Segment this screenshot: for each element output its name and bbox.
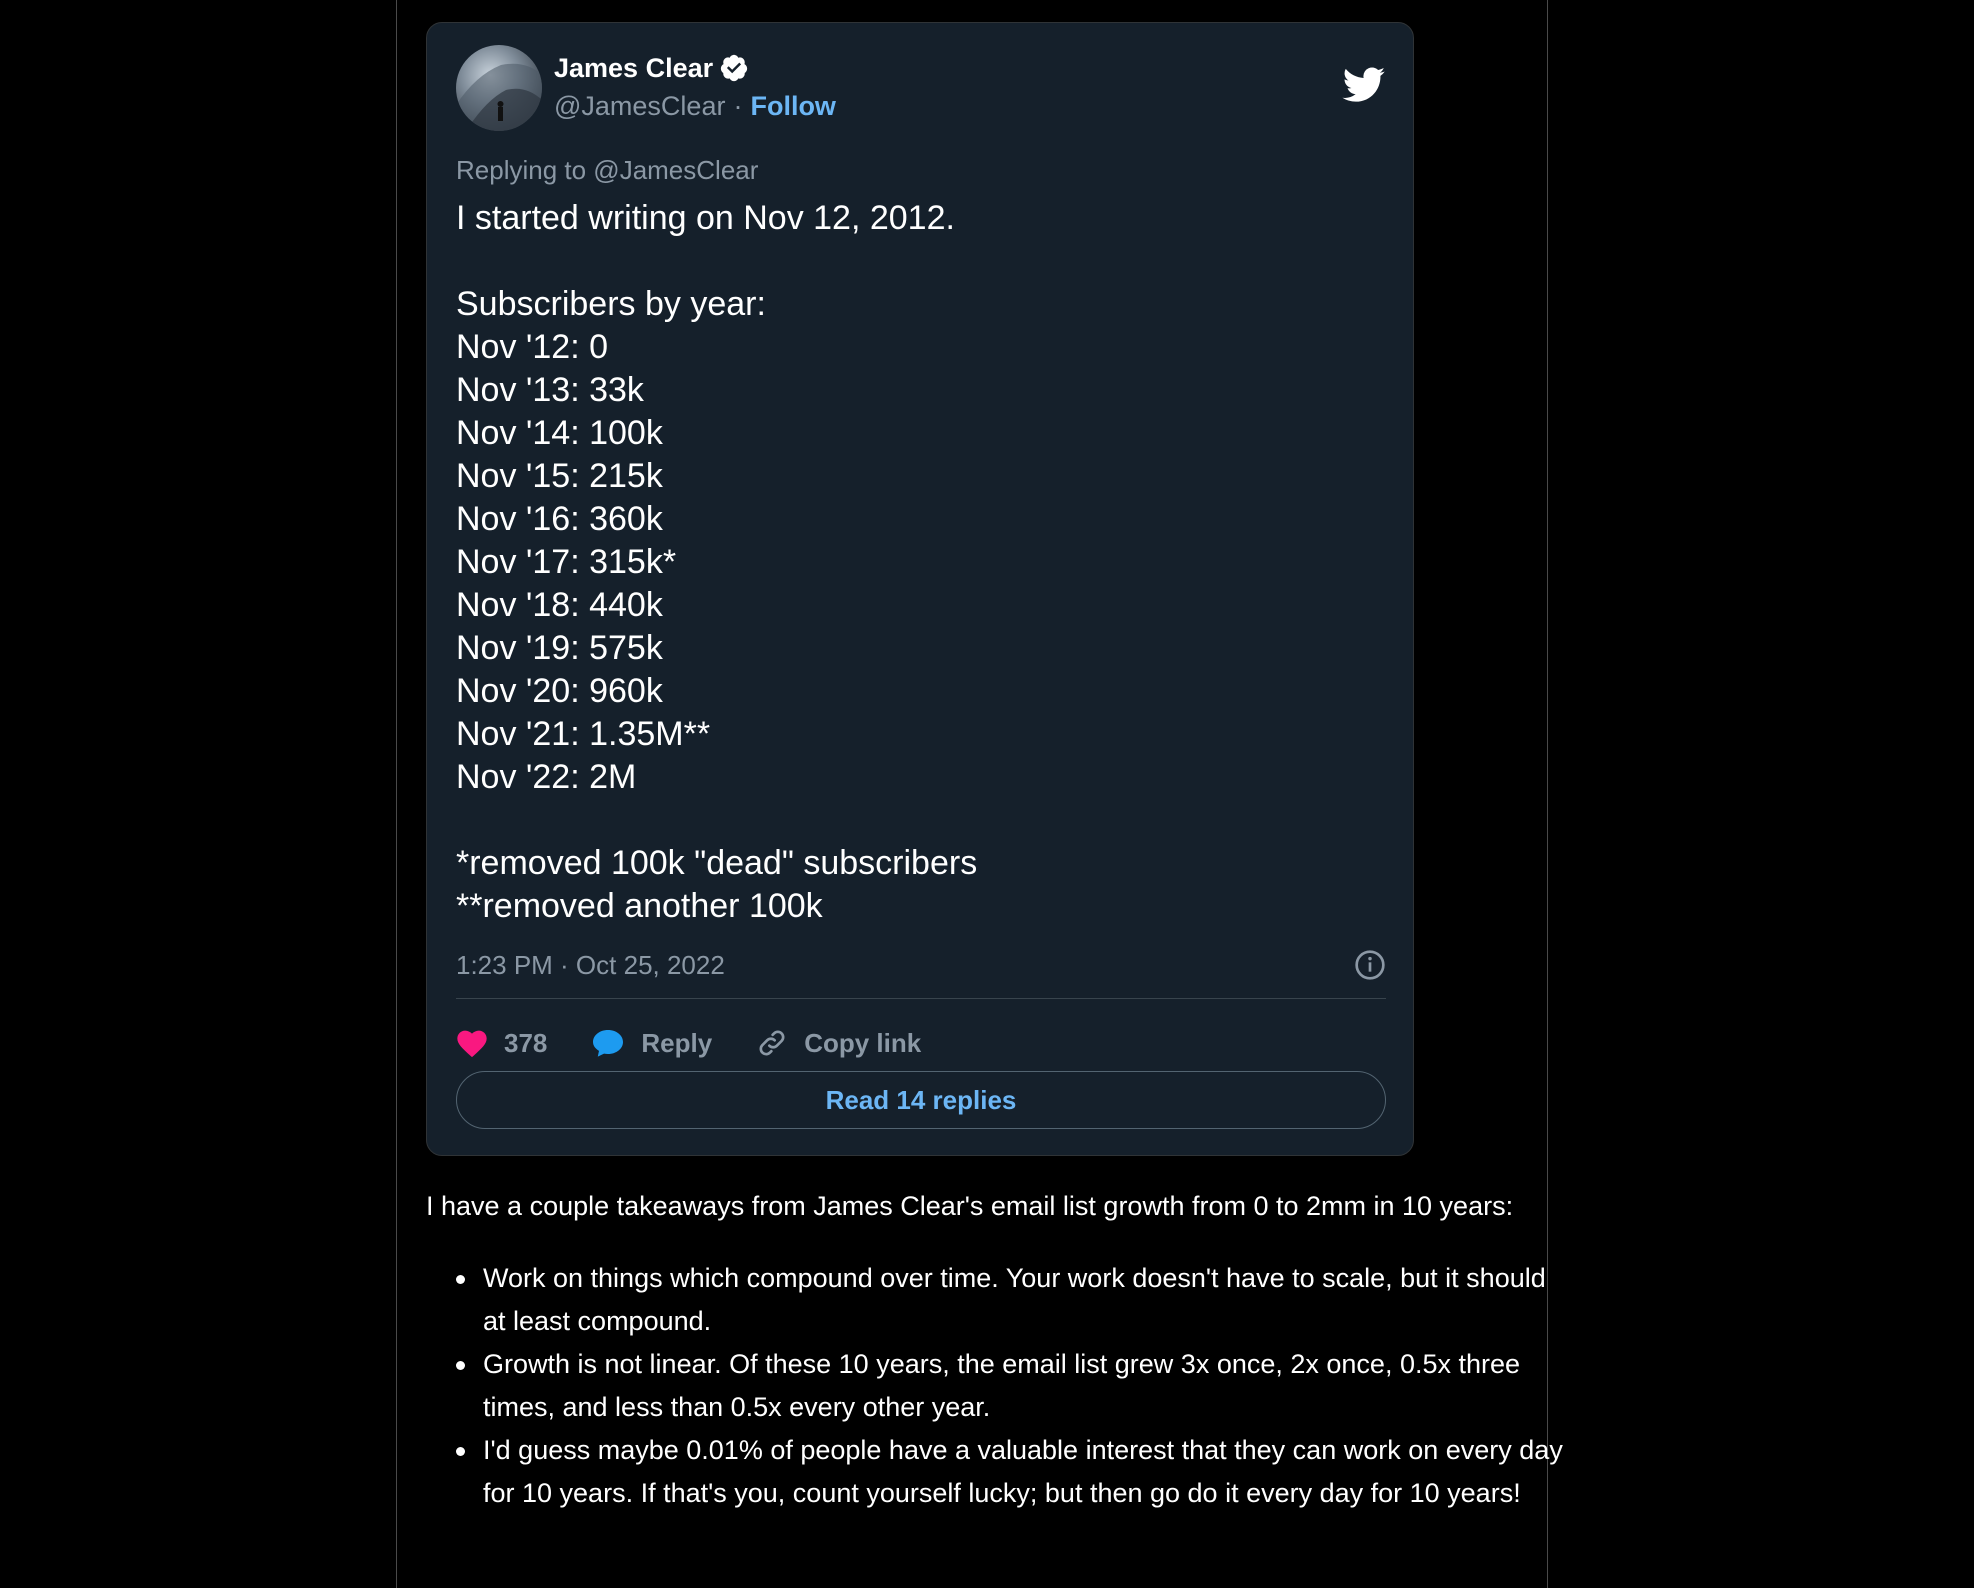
heart-icon <box>457 1030 487 1058</box>
tweet-line: Nov '18: 440k <box>456 586 663 624</box>
tweet-line: I started writing on Nov 12, 2012. <box>456 199 955 237</box>
handle-separator: · <box>733 91 743 121</box>
takeaways-list: Work on things which compound over time.… <box>426 1257 1563 1515</box>
tweet-line: Nov '15: 215k <box>456 457 663 495</box>
author-handle[interactable]: @JamesClear <box>554 89 725 123</box>
tweet-line: Nov '13: 33k <box>456 371 644 409</box>
tweet-meta: 1:23 PM · Oct 25, 2022 <box>456 945 1386 985</box>
tweet-line: Nov '17: 315k* <box>456 543 677 581</box>
tweet-line: Subscribers by year: <box>456 285 766 323</box>
copy-link-button[interactable]: Copy link <box>756 1027 921 1059</box>
twitter-bird-icon[interactable] <box>1342 67 1386 103</box>
tweet-line: *removed 100k "dead" subscribers <box>456 844 978 882</box>
read-replies-button[interactable]: Read 14 replies <box>456 1071 1386 1129</box>
tweet-line: Nov '22: 2M <box>456 758 637 796</box>
speech-bubble-icon <box>593 1030 624 1057</box>
tweet-header: James Clear @JamesClear · Follow <box>456 45 1386 135</box>
reply-label: Reply <box>641 1027 713 1058</box>
tweet-actions: 378 Reply Copy link <box>456 1019 965 1067</box>
list-item: I'd guess maybe 0.01% of people have a v… <box>456 1429 1563 1515</box>
like-count: 378 <box>504 1027 548 1058</box>
handle-row: @JamesClear · Follow <box>554 89 836 123</box>
tweet-timestamp[interactable]: 1:23 PM · Oct 25, 2022 <box>456 950 725 980</box>
tweet-line: Nov '19: 575k <box>456 629 663 667</box>
tweet-line: **removed another 100k <box>456 887 823 925</box>
article-intro: I have a couple takeaways from James Cle… <box>426 1191 1514 1221</box>
tweet-line: Nov '16: 360k <box>456 500 663 538</box>
content-column: James Clear @JamesClear · Follow Replyin… <box>396 0 1563 1588</box>
author-name[interactable]: James Clear <box>554 51 713 85</box>
tweet-line: Nov '20: 960k <box>456 672 663 710</box>
author-avatar[interactable] <box>456 45 542 131</box>
embedded-tweet: James Clear @JamesClear · Follow Replyin… <box>426 22 1414 1156</box>
link-icon <box>759 1030 785 1056</box>
like-button[interactable]: 378 <box>456 1028 547 1059</box>
tweet-line: Nov '14: 100k <box>456 414 663 452</box>
author-name-row: James Clear <box>554 51 749 85</box>
tweet-divider <box>456 998 1386 999</box>
list-item: Growth is not linear. Of these 10 years,… <box>456 1343 1563 1429</box>
replying-to-label: Replying to @JamesClear <box>456 155 759 185</box>
verified-badge-icon <box>719 53 749 83</box>
tweet-line: Nov '21: 1.35M** <box>456 715 711 753</box>
copy-link-label: Copy link <box>804 1027 922 1058</box>
follow-link[interactable]: Follow <box>750 89 835 123</box>
reply-button[interactable]: Reply <box>591 1028 712 1059</box>
tweet-line: Nov '12: 0 <box>456 328 609 366</box>
info-icon[interactable] <box>1354 949 1386 981</box>
list-item: Work on things which compound over time.… <box>456 1257 1563 1343</box>
tweet-text: I started writing on Nov 12, 2012. Subsc… <box>456 197 1376 928</box>
